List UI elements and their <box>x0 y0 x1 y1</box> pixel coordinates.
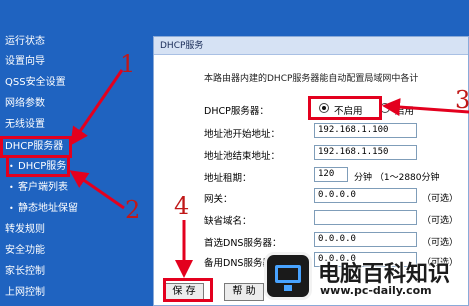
dhcp-server-label: DHCP服务器： <box>204 106 269 117</box>
pool-end-input[interactable]: 192.168.1.150 <box>314 145 417 160</box>
sidebar-item-status[interactable]: 运行状态 <box>5 33 45 51</box>
panel-description: 本路由器内建的DHCP服务器能自动配置局域网中各计 <box>204 74 419 84</box>
gateway-label: 网关： <box>204 194 233 205</box>
sidebar-item-forwarding[interactable]: 转发规则 <box>5 221 45 239</box>
help-button[interactable]: 帮 助 <box>224 283 264 301</box>
sidebar-item-label: 客户端列表 <box>18 182 68 193</box>
watermark-logo-icon <box>264 252 312 300</box>
bullet-icon: • <box>9 204 14 213</box>
pool-end-label: 地址池结束地址： <box>204 151 281 162</box>
highlight-save-button <box>163 278 213 302</box>
domain-hint: （可选） <box>422 216 459 226</box>
annotation-number-4: 4 <box>174 192 190 220</box>
domain-label: 缺省域名： <box>204 216 252 227</box>
sidebar-item-client-list[interactable]: • 客户端列表 <box>9 179 68 197</box>
sidebar-item-wireless[interactable]: 无线设置 <box>5 116 45 134</box>
highlight-dhcp-service <box>6 155 70 177</box>
lease-label: 地址租期： <box>204 173 252 184</box>
annotation-number-2: 2 <box>125 196 141 224</box>
sidebar-item-security[interactable]: 安全功能 <box>5 242 45 260</box>
sidebar-item-wizard[interactable]: 设置向导 <box>5 53 45 71</box>
gateway-input[interactable]: 0.0.0.0 <box>314 188 417 203</box>
pool-start-label: 地址池开始地址： <box>204 129 281 140</box>
gateway-hint: （可选） <box>422 194 459 204</box>
panel-title: DHCP服务 <box>154 37 468 55</box>
sidebar-item-static-reservation[interactable]: • 静态地址保留 <box>9 200 78 218</box>
annotation-number-3: 3 <box>455 86 469 114</box>
sidebar-item-parental[interactable]: 家长控制 <box>5 263 45 281</box>
domain-input[interactable] <box>314 210 417 225</box>
dns1-hint: （可选） <box>422 238 459 248</box>
pool-start-input[interactable]: 192.168.1.100 <box>314 123 417 138</box>
lease-input[interactable]: 120 <box>314 167 348 182</box>
sidebar-item-qss[interactable]: QSS安全设置 <box>5 74 66 92</box>
sidebar-item-label: 静态地址保留 <box>18 203 78 214</box>
radio-enable-label: 启用 <box>395 106 415 117</box>
dns1-label: 首选DNS服务器： <box>204 238 282 249</box>
dns1-input[interactable]: 0.0.0.0 <box>314 232 417 247</box>
sidebar-item-network[interactable]: 网络参数 <box>5 95 45 113</box>
annotation-number-1: 1 <box>120 50 136 78</box>
lease-unit: 分钟 （1～2880分钟 <box>354 173 440 183</box>
sidebar-item-access-control[interactable]: 上网控制 <box>5 284 45 302</box>
watermark-url: www.pc-daily.com <box>320 284 432 297</box>
bullet-icon: • <box>9 183 14 192</box>
highlight-disable-radio <box>308 96 382 120</box>
